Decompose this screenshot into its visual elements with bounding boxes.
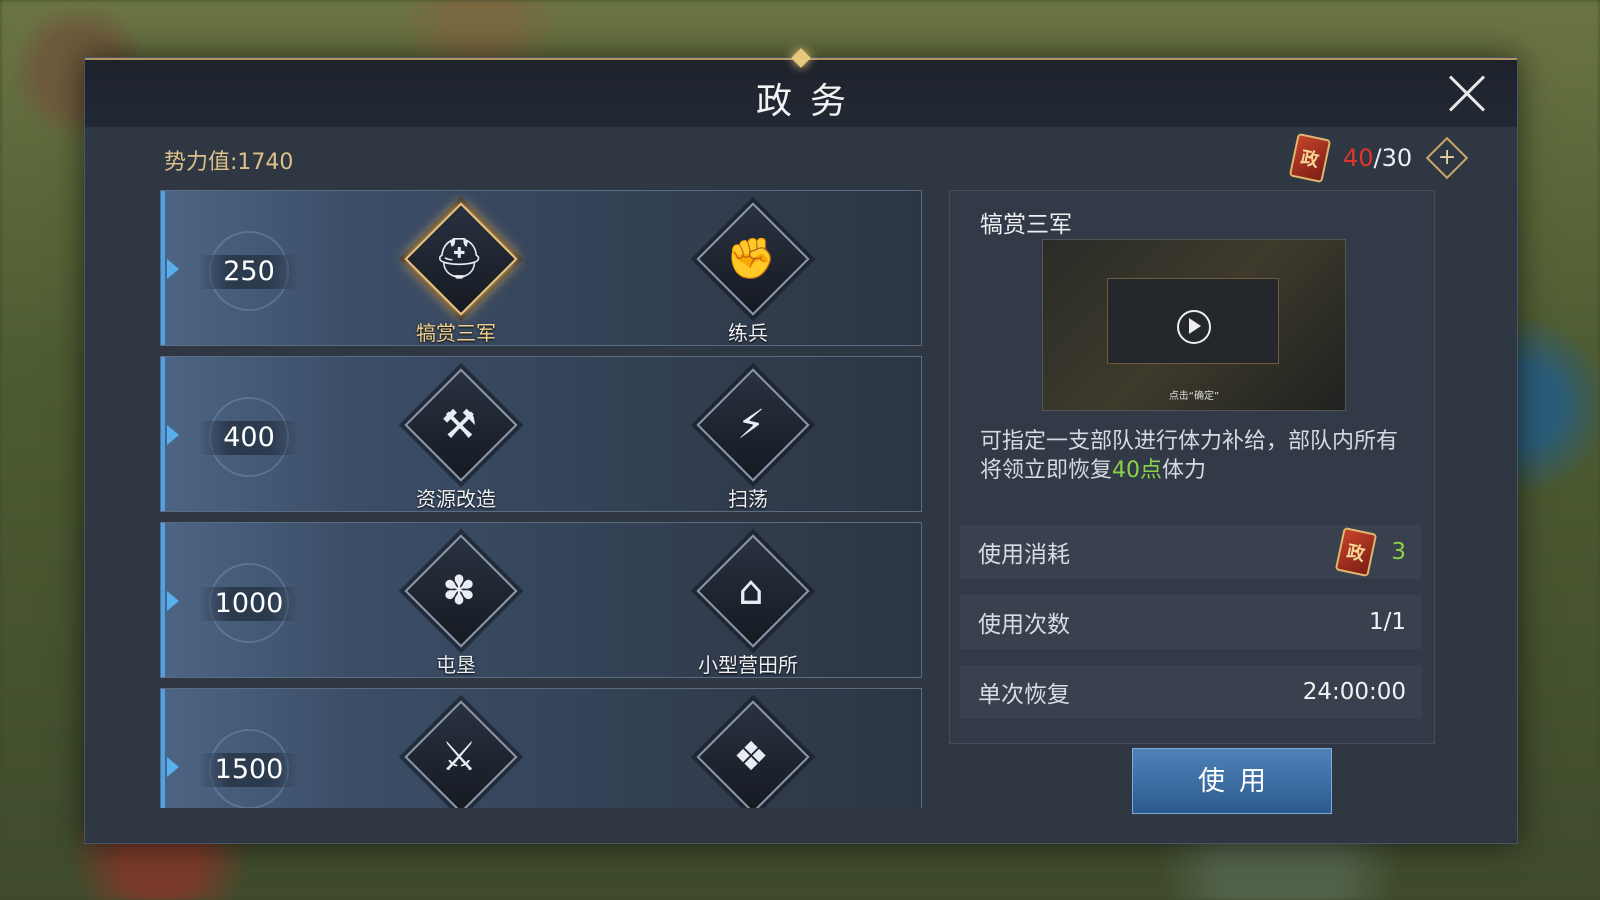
stat-label: 使用消耗	[978, 542, 1070, 568]
skill-label: 资源改造	[416, 487, 496, 511]
skill-row: 1000 ✽ 屯垦 ⌂ 小型营田所	[160, 522, 922, 678]
skill-row: 250 ⛑ 犒赏三军 ✊ 练兵	[160, 190, 922, 346]
level-badge: 1500	[199, 719, 299, 808]
wheat-icon: ✽	[442, 568, 476, 614]
helmet-laurel-icon: ⛑	[433, 236, 485, 282]
detail-skill-name: 犒赏三军	[980, 212, 1072, 238]
fist-shield-icon: ✊	[726, 236, 776, 282]
skill-label: 小型营田所	[698, 653, 798, 677]
resource-bundle-icon: ❖	[733, 734, 769, 780]
skill-list[interactable]: 250 ⛑ 犒赏三军 ✊ 练兵 400 ⚒ 资源改造 ⚡ 扫荡 1000 ✽ 屯…	[160, 190, 922, 808]
token-separator: /	[1373, 144, 1382, 172]
lightning-shield-icon: ⚡	[736, 402, 766, 448]
skill-resource-reform[interactable]: ⚒ 资源改造	[391, 368, 521, 511]
farmhouse-icon: ⌂	[738, 568, 764, 614]
stat-recovery: 单次恢复 24:00:00	[960, 665, 1422, 719]
token-current: 40	[1343, 144, 1374, 172]
affairs-token-icon: 政	[1288, 132, 1332, 184]
level-badge: 400	[199, 387, 299, 487]
desc-text-end: 体力	[1162, 458, 1207, 483]
skill-row: 400 ⚒ 资源改造 ⚡ 扫荡	[160, 356, 922, 512]
level-badge: 250	[199, 221, 299, 321]
row-arrow-icon	[167, 259, 179, 279]
skill-description: 可指定一支部队进行体力补给，部队内所有将领立即恢复40点体力	[980, 427, 1410, 485]
skill-label: 犒赏三军	[416, 321, 496, 345]
stat-label: 单次恢复	[978, 682, 1070, 708]
token-max: 30	[1381, 144, 1413, 172]
row-arrow-icon	[167, 425, 179, 445]
row-arrow-icon	[167, 757, 179, 777]
skill-label: 屯垦	[436, 653, 476, 677]
skill-resource-bundle[interactable]: ❖	[683, 700, 813, 808]
skill-reward-army[interactable]: ⛑ 犒赏三军	[391, 202, 521, 345]
affairs-token-icon: 政	[1335, 526, 1378, 578]
panel-header: 政务	[85, 48, 1517, 127]
stat-cost: 使用消耗 政3	[960, 525, 1422, 579]
stat-value: 1/1	[1368, 609, 1406, 635]
use-button[interactable]: 使用	[1132, 748, 1332, 814]
level-value: 1500	[199, 753, 299, 787]
play-icon[interactable]	[1177, 310, 1211, 344]
stat-value: 24:00:00	[1302, 679, 1406, 705]
token-counter: 政 40/30 +	[1288, 132, 1469, 184]
panel-title: 政务	[755, 81, 864, 122]
stat-uses: 使用次数 1/1	[960, 595, 1422, 649]
level-value: 400	[199, 421, 299, 455]
crossed-swords-helmet-icon: ⚔	[441, 734, 477, 780]
row-arrow-icon	[167, 591, 179, 611]
close-icon[interactable]	[1447, 74, 1487, 114]
skill-small-farmstead[interactable]: ⌂ 小型营田所	[683, 534, 813, 677]
video-caption: 点击“确定”	[1168, 391, 1220, 402]
desc-highlight: 40点	[1112, 458, 1163, 483]
skill-detail-panel: 犒赏三军 点击“确定” 可指定一支部队进行体力补给，部队内所有将领立即恢复40点…	[949, 190, 1435, 744]
skill-warlord[interactable]: ⚔	[391, 700, 521, 808]
level-value: 250	[199, 255, 299, 289]
stat-label: 使用次数	[978, 612, 1070, 638]
add-token-button[interactable]: +	[1425, 136, 1469, 180]
anvil-hammer-icon: ⚒	[441, 402, 477, 448]
skill-reclaim-land[interactable]: ✽ 屯垦	[391, 534, 521, 677]
stat-value: 3	[1391, 539, 1406, 565]
skill-train-troops[interactable]: ✊ 练兵	[683, 202, 813, 345]
skill-row: 1500 ⚔ ❖	[160, 688, 922, 808]
level-value: 1000	[199, 587, 299, 621]
level-badge: 1000	[199, 553, 299, 653]
preview-video[interactable]: 点击“确定”	[1042, 239, 1346, 411]
skill-label: 练兵	[728, 321, 768, 345]
government-affairs-panel: 政务 势力值:1740 政 40/30 + 250 ⛑ 犒赏三军 ✊ 练兵 40	[84, 48, 1518, 844]
plus-icon: +	[1437, 145, 1457, 170]
skill-sweep[interactable]: ⚡ 扫荡	[683, 368, 813, 511]
skill-label: 扫荡	[728, 487, 768, 511]
power-value: 势力值:1740	[164, 150, 294, 175]
